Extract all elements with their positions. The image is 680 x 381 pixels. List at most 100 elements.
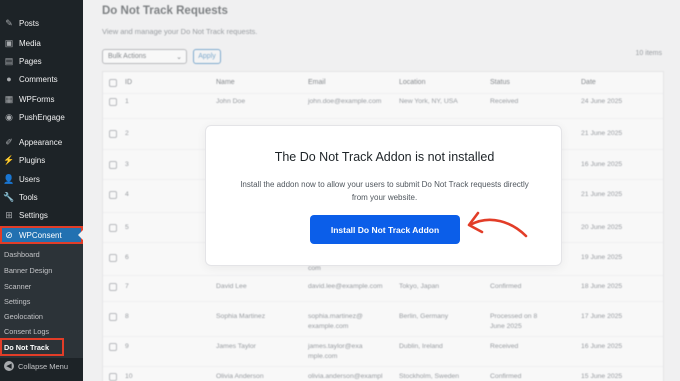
cell-date: 16 June 2025 [581, 161, 623, 168]
cell-status: Received [490, 343, 519, 350]
row-checkbox[interactable] [109, 283, 117, 291]
page-title: Do Not Track Requests [102, 5, 228, 17]
cell-date: 21 June 2025 [581, 130, 623, 137]
chevron-down-icon: ⌄ [176, 53, 182, 61]
select-all-checkbox[interactable] [109, 79, 117, 87]
cell-email: john.doe@example.com [308, 98, 382, 105]
row-checkbox[interactable] [109, 343, 117, 351]
row-checkbox[interactable] [109, 313, 117, 321]
submenu-consent-logs[interactable]: Consent Logs [4, 327, 49, 336]
column-header-status[interactable]: Status [490, 79, 510, 86]
admin-sidebar: ✎ Posts ▣ Media ▤ Pages ● Comments ▦ WPForms … [0, 0, 83, 381]
row-divider [103, 118, 663, 119]
column-header-id[interactable]: ID [125, 79, 132, 86]
bulk-actions-select[interactable]: Bulk Actions ⌄ [102, 49, 187, 64]
submenu-banner-design[interactable]: Banner Design [4, 266, 52, 275]
cell-email: david.lee@example.com [308, 283, 383, 290]
pages-icon: ▤ [4, 55, 14, 66]
cell-name: Sophia Martinez [216, 313, 266, 320]
tools-icon: 🔧 [3, 191, 15, 202]
row-checkbox[interactable] [109, 98, 117, 106]
cell-id: 10 [125, 373, 133, 380]
menu-tools[interactable]: 🔧 Tools [0, 188, 83, 206]
bulk-actions-value: Bulk Actions [108, 53, 147, 60]
menu-pushengage[interactable]: ◉ PushEngage [0, 108, 83, 126]
pin-icon: ✎ [5, 17, 13, 28]
modal-title: The Do Not Track Addon is not installed [274, 150, 495, 164]
cell-date: 17 June 2025 [581, 313, 623, 320]
menu-settings[interactable]: ⊞ Settings [0, 206, 83, 224]
cell-location: Stockholm, Sweden [399, 373, 460, 380]
collapse-menu-label: Collapse Menu [18, 361, 69, 371]
column-header-email[interactable]: Email [308, 79, 326, 86]
cell-id: 6 [125, 254, 129, 261]
menu-posts[interactable]: ✎ Posts [0, 14, 83, 32]
page-description: View and manage your Do Not Track reques… [102, 27, 258, 36]
row-checkbox[interactable] [109, 373, 117, 381]
row-checkbox[interactable] [109, 161, 117, 169]
submenu-dashboard[interactable]: Dashboard [4, 250, 40, 259]
submenu-geolocation[interactable]: Geolocation [4, 312, 43, 321]
cell-id: 5 [125, 224, 129, 231]
menu-media[interactable]: ▣ Media [0, 34, 83, 52]
cell-id: 8 [125, 313, 129, 320]
cell-date: 15 June 2025 [581, 373, 623, 380]
cell-location: Berlin, Germany [399, 313, 449, 320]
cell-location: Tokyo, Japan [399, 283, 440, 290]
menu-appearance[interactable]: ✐ Appearance [0, 133, 83, 151]
wpforms-icon: ▦ [4, 93, 14, 104]
cell-id: 2 [125, 130, 129, 137]
install-addon-button[interactable]: Install Do Not Track Addon [310, 215, 460, 244]
menu-comments[interactable]: ● Comments [0, 70, 83, 88]
media-icon: ▣ [4, 37, 14, 48]
cell-status: Processed on 8 June 2025 [490, 313, 538, 330]
row-checkbox[interactable] [109, 130, 117, 138]
collapse-menu-button[interactable]: ◀ Collapse Menu [0, 358, 83, 374]
cell-name: James Taylor [216, 343, 256, 350]
menu-users[interactable]: 👤 Users [0, 170, 83, 188]
cell-status: Received [490, 98, 519, 105]
cell-date: 19 June 2025 [581, 254, 623, 261]
column-header-name[interactable]: Name [216, 79, 235, 86]
cell-date: 24 June 2025 [581, 98, 623, 105]
cell-name: John Doe [216, 98, 246, 105]
appearance-icon: ✐ [5, 136, 13, 147]
row-checkbox[interactable] [109, 191, 117, 199]
collapse-icon: ◀ [4, 361, 14, 371]
column-header-location[interactable]: Location [399, 79, 425, 86]
cell-location: New York, NY, USA [399, 98, 458, 105]
cell-status: Confirmed [490, 373, 522, 380]
menu-plugins[interactable]: ⚡ Plugins [0, 151, 83, 169]
header-divider [103, 93, 663, 94]
pushengage-icon: ◉ [5, 111, 13, 122]
apply-button[interactable]: Apply [193, 49, 221, 64]
cell-email: olivia.anderson@exampl [308, 373, 383, 380]
cell-name: Olivia Anderson [216, 373, 264, 380]
row-checkbox[interactable] [109, 224, 117, 232]
cell-date: 20 June 2025 [581, 224, 623, 231]
cell-date: 21 June 2025 [581, 191, 623, 198]
items-count: 10 items [635, 50, 662, 57]
row-divider [103, 275, 663, 276]
row-divider [103, 336, 663, 337]
menu-wpforms[interactable]: ▦ WPForms [0, 90, 83, 108]
column-header-date[interactable]: Date [581, 79, 596, 86]
cell-email: james.taylor@example.com [308, 343, 363, 360]
cell-email: sophia.martinez@example.com [308, 313, 363, 330]
comments-icon: ● [6, 74, 12, 84]
row-checkbox[interactable] [109, 254, 117, 262]
cell-date: 18 June 2025 [581, 283, 623, 290]
plugins-icon: ⚡ [3, 154, 15, 165]
row-divider [103, 301, 663, 302]
submenu-scanner[interactable]: Scanner [4, 282, 31, 291]
cell-id: 4 [125, 191, 129, 198]
addon-not-installed-modal: The Do Not Track Addon is not installed … [205, 125, 562, 266]
settings-icon: ⊞ [5, 209, 13, 220]
cell-id: 1 [125, 98, 129, 105]
cell-location: Dublin, Ireland [399, 343, 443, 350]
annotation-arrow-icon [467, 211, 528, 238]
submenu-settings[interactable]: Settings [4, 297, 30, 306]
menu-pages[interactable]: ▤ Pages [0, 52, 83, 70]
cell-id: 3 [125, 161, 129, 168]
row-divider [103, 366, 663, 367]
